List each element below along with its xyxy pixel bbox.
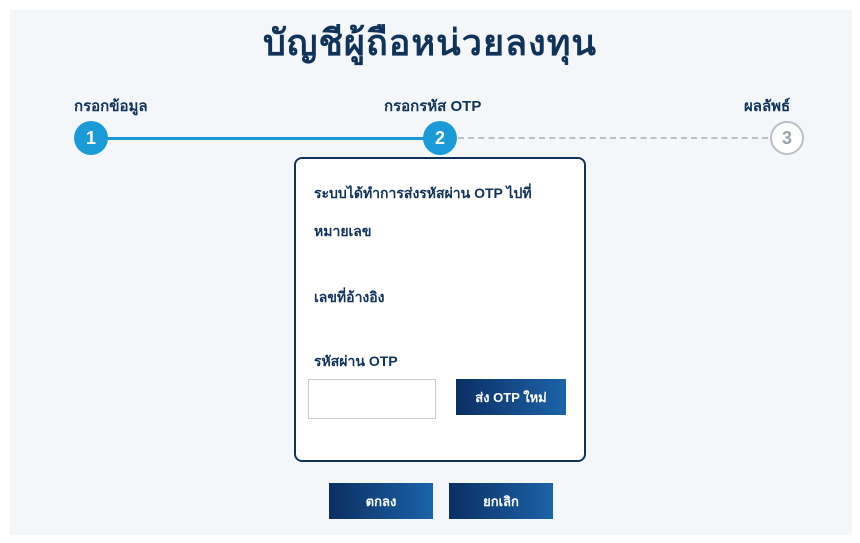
step-1-label: กรอกข้อมูล: [74, 98, 148, 115]
otp-label: รหัสผ่าน OTP: [314, 353, 398, 369]
step-1-indicator: 1: [74, 121, 108, 155]
otp-sent-message: ระบบได้ทำการส่งรหัสผ่าน OTP ไปที่: [314, 185, 532, 201]
cancel-button[interactable]: ยกเลิก: [449, 483, 553, 519]
otp-card: ระบบได้ทำการส่งรหัสผ่าน OTP ไปที่ หมายเล…: [294, 157, 586, 462]
confirm-button[interactable]: ตกลง: [329, 483, 433, 519]
step-3-indicator: 3: [770, 121, 804, 155]
step-2-label: กรอกรหัส OTP: [384, 98, 482, 115]
page-title: บัญชีผู้ถือหน่วยลงทุน: [262, 22, 598, 63]
phone-number-label: หมายเลข: [314, 223, 372, 239]
reference-number-label: เลขที่อ้างอิง: [314, 289, 385, 305]
step-2-indicator: 2: [423, 121, 457, 155]
progress-line-pending: [458, 137, 768, 139]
step-3-label: ผลลัพธ์: [744, 98, 791, 115]
resend-otp-button[interactable]: ส่ง OTP ใหม่: [456, 379, 566, 415]
otp-input[interactable]: [308, 379, 436, 419]
progress-line-completed: [90, 137, 440, 140]
